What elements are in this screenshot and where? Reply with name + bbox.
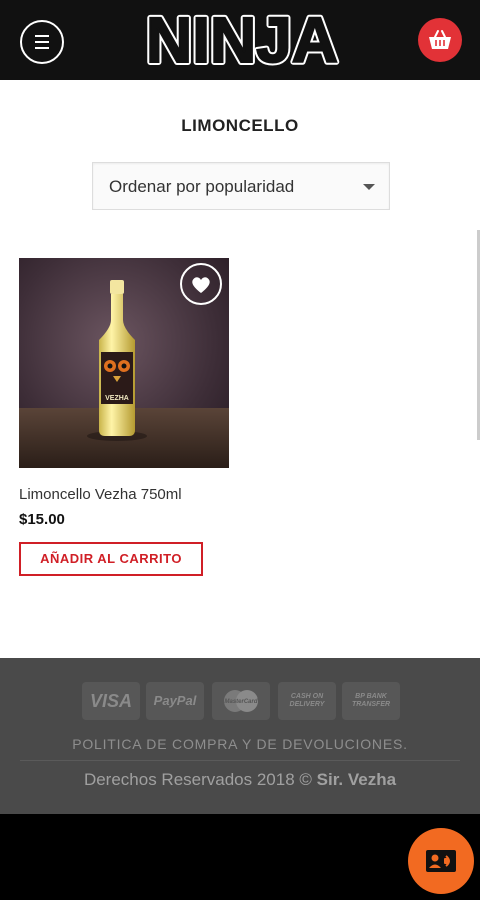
contact-button[interactable] (408, 828, 474, 894)
add-to-cart-button[interactable]: AÑADIR AL CARRITO (19, 542, 203, 576)
heart-icon (192, 277, 210, 293)
copyright-text: Derechos Reservados 2018 © Sir. Vezha (83, 770, 397, 789)
page-title: LIMONCELLO (181, 116, 299, 135)
purchase-policy-link[interactable]: POLITICA DE COMPRA Y DE DEVOLUCIONES. (0, 736, 480, 752)
mastercard-icon: MasterCard (212, 682, 270, 720)
copyright-owner: Sir. Vezha (316, 770, 397, 789)
site-footer: VISA PayPal MasterCard CASH ON DELIVERY … (0, 658, 480, 814)
bank-transfer-icon: BP BANK TRANSFER (342, 682, 400, 720)
visa-icon: VISA (82, 682, 140, 720)
app-header: NINJA NINJA (0, 0, 480, 80)
sort-selected-label: Ordenar por popularidad (109, 177, 295, 196)
shopping-basket-icon (429, 30, 451, 49)
chevron-down-icon (363, 184, 375, 190)
menu-button[interactable] (20, 20, 64, 64)
product-name[interactable]: Limoncello Vezha 750ml (19, 486, 182, 503)
svg-text:NINJA: NINJA (146, 6, 338, 72)
svg-text:MasterCard: MasterCard (224, 699, 257, 705)
contact-card-icon (426, 850, 456, 872)
product-price: $15.00 (19, 511, 65, 528)
main-content: LIMONCELLO Ordenar por popularidad VEZHA… (0, 80, 480, 658)
cart-button[interactable] (418, 18, 462, 62)
wishlist-button[interactable] (180, 263, 222, 305)
paypal-icon: PayPal (146, 682, 204, 720)
product-image[interactable]: VEZHA (19, 258, 229, 468)
svg-text:VEZHA: VEZHA (105, 395, 129, 402)
ninja-logo[interactable]: NINJA NINJA (88, 6, 396, 72)
footer-divider (20, 760, 460, 761)
hamburger-menu-icon (35, 35, 49, 37)
sort-dropdown[interactable]: Ordenar por popularidad (92, 162, 390, 210)
cash-on-delivery-icon: CASH ON DELIVERY (278, 682, 336, 720)
